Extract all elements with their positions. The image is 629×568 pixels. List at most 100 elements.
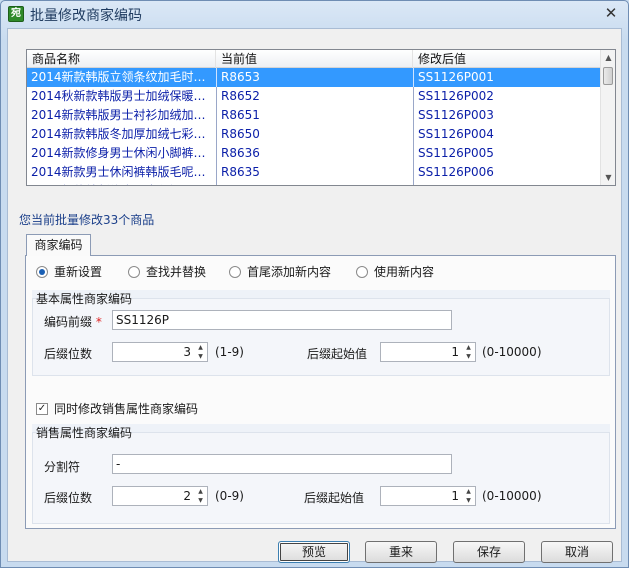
- table-scrollbar[interactable]: ▲ ▼: [600, 50, 615, 185]
- cell-current-value: R8652: [216, 87, 413, 106]
- cell-current-value: R8635: [216, 163, 413, 182]
- column-header-new-value[interactable]: 修改后值: [413, 50, 601, 68]
- sales-code-section: 销售属性商家编码 分割符 - 后缀位数 2 ▲ ▼ (0-9) 后缀起始值 1 …: [32, 424, 610, 524]
- column-header-product-name[interactable]: 商品名称: [27, 50, 216, 68]
- save-button[interactable]: 保存: [453, 541, 525, 563]
- cell-product-name: 2014新款韩版立领条纹加毛时尚…: [31, 70, 216, 84]
- product-table[interactable]: 商品名称 当前值 修改后值 2014新款韩版立领条纹加毛时尚… R8653 SS11…: [26, 49, 616, 186]
- spin-buttons: ▲ ▼: [462, 343, 475, 361]
- checkbox-check-icon: ✓: [36, 403, 48, 415]
- table-row[interactable]: 2014秋新款韩版男士加绒保暖… R8652 SS1126P002: [27, 87, 601, 106]
- spin-up-icon[interactable]: ▲: [462, 343, 475, 352]
- spin-up-icon[interactable]: ▲: [462, 487, 475, 496]
- spin-down-icon[interactable]: ▼: [462, 352, 475, 361]
- sales-code-section-title: 销售属性商家编码: [36, 426, 133, 440]
- suffix-start-label: 后缀起始值: [307, 347, 368, 361]
- cell-new-value: SS1126P007: [413, 182, 601, 185]
- table-header: 商品名称 当前值 修改后值: [27, 50, 601, 68]
- radio-label: 查找并替换: [146, 265, 207, 279]
- radio-label: 首尾添加新内容: [247, 265, 332, 279]
- separator-label: 分割符: [44, 460, 81, 474]
- cell-product-name: 2014秋新款韩版男士加绒保暖…: [31, 89, 206, 103]
- scroll-up-icon[interactable]: ▲: [601, 50, 615, 65]
- sales-suffix-digits-stepper[interactable]: 2 ▲ ▼: [112, 486, 208, 506]
- suffix-start-stepper[interactable]: 1 ▲ ▼: [380, 342, 476, 362]
- scroll-down-icon[interactable]: ▼: [601, 170, 615, 185]
- suffix-digits-value: 3: [183, 345, 191, 359]
- preview-button[interactable]: 预览: [278, 541, 350, 563]
- window-title: 批量修改商家编码: [30, 8, 142, 24]
- sync-sales-code-checkbox[interactable]: ✓ 同时修改销售属性商家编码: [36, 401, 198, 417]
- sales-suffix-digits-label: 后缀位数: [44, 491, 93, 505]
- dialog-window: 宛 批量修改商家编码 ✕ 商品名称 当前值 修改后值 2014新款韩版立领条纹加…: [0, 0, 629, 568]
- spin-down-icon[interactable]: ▼: [462, 496, 475, 505]
- checkbox-label: 同时修改销售属性商家编码: [54, 402, 199, 416]
- radio-new-content-mode[interactable]: 使用新内容: [356, 264, 434, 280]
- table-row[interactable]: 2014新款修身男士休闲小脚裤… R8636 SS1126P005: [27, 144, 601, 163]
- cell-current-value: R8636: [216, 144, 413, 163]
- prefix-input[interactable]: SS1126P: [112, 310, 452, 330]
- radio-indicator: [36, 266, 48, 278]
- cancel-button[interactable]: 取消: [541, 541, 613, 563]
- spin-down-icon[interactable]: ▼: [194, 496, 207, 505]
- radio-label: 使用新内容: [374, 265, 435, 279]
- close-icon[interactable]: ✕: [602, 4, 620, 22]
- prefix-label-text: 编码前缀: [44, 315, 93, 329]
- cell-new-value: SS1126P002: [413, 87, 601, 106]
- basic-code-section: 基本属性商家编码 编码前缀 * SS1126P 后缀位数 3 ▲ ▼ (1-9)…: [32, 290, 610, 376]
- cell-new-value: SS1126P001: [413, 68, 601, 87]
- spin-up-icon[interactable]: ▲: [194, 487, 207, 496]
- suffix-digits-stepper[interactable]: 3 ▲ ▼: [112, 342, 208, 362]
- spin-buttons: ▲ ▼: [194, 487, 207, 505]
- title-bar[interactable]: 宛 批量修改商家编码 ✕: [1, 1, 628, 27]
- cell-current-value: R8651: [216, 106, 413, 125]
- scroll-thumb[interactable]: [603, 67, 613, 85]
- sales-code-section-box: [32, 432, 610, 524]
- cell-product-name: 2014新款男士休闲裤韩版毛呢…: [31, 165, 206, 179]
- table-row[interactable]: 2014新款韩版立领条纹加毛时尚… R8653 SS1126P001: [27, 68, 601, 87]
- sales-suffix-start-range: (0-10000): [482, 489, 542, 503]
- table-body: 2014新款韩版立领条纹加毛时尚… R8653 SS1126P001 2014秋新款韩…: [27, 68, 601, 185]
- separator-input[interactable]: -: [112, 454, 452, 474]
- sales-suffix-digits-range: (0-9): [215, 489, 244, 503]
- cell-current-value: R8653: [216, 68, 413, 87]
- cell-new-value: SS1126P004: [413, 125, 601, 144]
- cell-new-value: SS1126P003: [413, 106, 601, 125]
- basic-code-section-title: 基本属性商家编码: [36, 292, 133, 306]
- spin-down-icon[interactable]: ▼: [194, 352, 207, 361]
- table-row[interactable]: 2014新款男士休闲裤韩版毛呢… R8635 SS1126P006: [27, 163, 601, 182]
- suffix-start-value: 1: [451, 345, 459, 359]
- cell-current-value: R8634: [216, 182, 413, 185]
- dialog-body: 商品名称 当前值 修改后值 2014新款韩版立领条纹加毛时尚… R8653 SS11…: [7, 28, 622, 563]
- mode-radio-group: 重新设置 查找并替换 首尾添加新内容 使用新内容: [36, 264, 596, 280]
- selection-count-text: 您当前批量修改33个商品: [19, 213, 155, 227]
- prefix-label: 编码前缀 *: [44, 313, 102, 330]
- radio-indicator: [356, 266, 368, 278]
- cell-new-value: SS1126P006: [413, 163, 601, 182]
- radio-reset-mode[interactable]: 重新设置: [36, 264, 102, 280]
- sales-suffix-start-label: 后缀起始值: [304, 491, 365, 505]
- reset-button[interactable]: 重来: [365, 541, 437, 563]
- radio-add-prefix-suffix-mode[interactable]: 首尾添加新内容: [229, 264, 331, 280]
- cell-product-name: 2014新款修身男士休闲小脚裤…: [31, 146, 206, 160]
- cell-product-name: 2014新款韩版修身男士休闲…: [27, 182, 216, 185]
- cell-product-name: 2014新款韩版冬加厚加绒七彩…: [31, 127, 206, 141]
- tab-panel-merchant-code: 重新设置 查找并替换 首尾添加新内容 使用新内容 基本属性商家编码 编码前缀 *…: [25, 255, 616, 529]
- cell-product-name: 2014新款韩版男士衬衫加绒加…: [31, 108, 206, 122]
- sales-suffix-digits-value: 2: [183, 489, 191, 503]
- app-logo-icon: 宛: [8, 6, 24, 22]
- spin-up-icon[interactable]: ▲: [194, 343, 207, 352]
- table-row[interactable]: 2014新款韩版修身男士休闲…R8634SS1126P007: [27, 182, 601, 185]
- sales-suffix-start-stepper[interactable]: 1 ▲ ▼: [380, 486, 476, 506]
- column-header-current-value[interactable]: 当前值: [216, 50, 413, 68]
- tab-merchant-code[interactable]: 商家编码: [26, 234, 91, 256]
- suffix-start-range: (0-10000): [482, 345, 542, 359]
- table-row[interactable]: 2014新款韩版冬加厚加绒七彩… R8650 SS1126P004: [27, 125, 601, 144]
- spin-buttons: ▲ ▼: [462, 487, 475, 505]
- required-mark: *: [95, 315, 102, 329]
- radio-find-replace-mode[interactable]: 查找并替换: [128, 264, 206, 280]
- table-row[interactable]: 2014新款韩版男士衬衫加绒加… R8651 SS1126P003: [27, 106, 601, 125]
- radio-label: 重新设置: [54, 265, 103, 279]
- cell-current-value: R8650: [216, 125, 413, 144]
- sales-suffix-start-value: 1: [451, 489, 459, 503]
